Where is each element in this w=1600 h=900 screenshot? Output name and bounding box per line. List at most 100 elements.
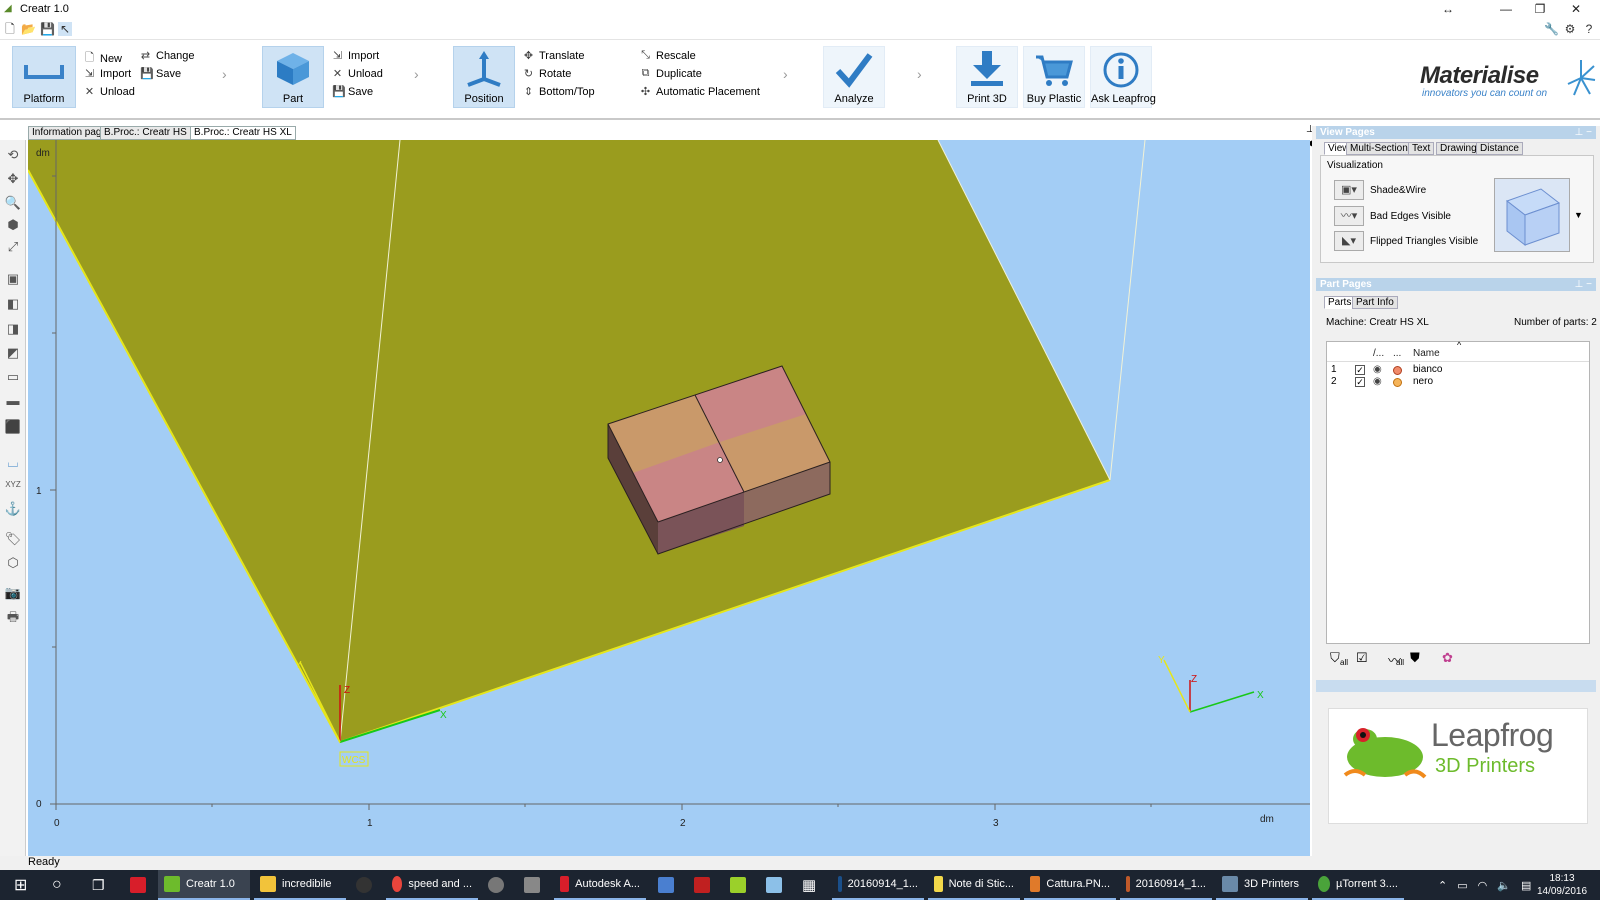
bottom-top-item[interactable]: ⇕ Bottom/Top <box>523 85 595 99</box>
row-checkbox[interactable]: ✓ <box>1355 365 1365 375</box>
view-left-icon[interactable]: ◨ <box>4 320 22 338</box>
rotate-view-icon[interactable]: ⟲ <box>4 146 22 164</box>
part-color-swatch[interactable] <box>1393 378 1402 387</box>
tag-icon[interactable]: 🏷 <box>4 530 22 548</box>
taskbar-item-creatr[interactable]: Creatr 1.0 <box>158 870 250 900</box>
part-color-swatch[interactable] <box>1393 366 1402 375</box>
position-button[interactable]: Position <box>453 46 515 108</box>
color-palette-icon[interactable]: ✿ <box>1442 650 1453 666</box>
cube-view-icon[interactable]: ⬛ <box>4 418 22 436</box>
taskbar-item-utorrent[interactable]: µTorrent 3.... <box>1312 870 1404 900</box>
panel-pin-icon[interactable]: ⊥ − <box>1575 126 1592 139</box>
zoom-icon[interactable]: 🔍 <box>4 194 22 212</box>
pinned-app[interactable] <box>124 870 152 900</box>
bad-edges-icon[interactable]: 〰▾ <box>1334 206 1364 226</box>
new-file-icon[interactable]: 🗋 <box>3 22 17 36</box>
task-view-button[interactable]: ❐ <box>86 870 111 900</box>
select-all-icon[interactable]: ☑ <box>1356 650 1368 666</box>
taskbar-item-sticky-notes[interactable]: Note di Stic... <box>928 870 1020 900</box>
pan-icon[interactable]: ✥ <box>4 170 22 188</box>
eye-icon[interactable]: ◉ <box>1373 364 1382 375</box>
print-3d-button[interactable]: Print 3D <box>956 46 1018 108</box>
taskbar-item-3d-printers[interactable]: 3D Printers <box>1216 870 1308 900</box>
translate-item[interactable]: ✥ Translate <box>523 49 585 63</box>
part-import[interactable]: ⇲ Import <box>332 49 379 63</box>
save-icon[interactable]: 💾 <box>40 22 55 36</box>
table-row[interactable]: 2 ✓ ◉ nero <box>1327 376 1589 388</box>
chevron-up-icon[interactable]: ⌃ <box>1438 879 1447 892</box>
bad-edges-option[interactable]: 〰▾ Bad Edges Visible <box>1334 206 1451 226</box>
taskbar-item-autodesk[interactable]: Autodesk A... <box>554 870 646 900</box>
xyz-axes-icon[interactable]: XYZ <box>4 476 22 494</box>
pinned-app[interactable] <box>724 870 752 900</box>
tab-multi-section[interactable]: Multi-Section <box>1346 142 1412 155</box>
maximize-button[interactable]: ❐ <box>1530 2 1550 16</box>
tools-icon[interactable]: 🔧 <box>1544 22 1559 36</box>
show-all-icon[interactable]: ⛉ <box>1330 650 1340 666</box>
part-save[interactable]: 💾 Save <box>332 85 373 99</box>
open-folder-icon[interactable]: 📂 <box>21 22 36 36</box>
parts-table[interactable]: /... ... Name ^ 1 ✓ ◉ bianco 2 ✓ ◉ nero <box>1326 340 1590 644</box>
platform-import[interactable]: ⇲ Import <box>84 67 131 81</box>
buy-plastic-button[interactable]: Buy Plastic <box>1023 46 1085 108</box>
scene-canvas[interactable]: Z X Y WCS Z X Y dm 1 0 0 1 2 3 dm <box>28 140 1310 856</box>
zoom-fit-icon[interactable]: ⤢ <box>4 238 22 256</box>
cube-dropdown-icon[interactable]: ▼ <box>1574 210 1583 220</box>
view-front-icon[interactable]: ▣ <box>4 270 22 288</box>
volume-icon[interactable]: 🔈 <box>1497 879 1511 892</box>
tab-information-page[interactable]: Information page <box>28 126 112 140</box>
platform-save[interactable]: 💾 Save <box>140 67 181 81</box>
duplicate-item[interactable]: ⧉ Duplicate <box>640 67 702 80</box>
platform-change[interactable]: ⇄ Change <box>140 49 195 63</box>
col-name[interactable]: Name <box>1413 348 1440 359</box>
tab-parts[interactable]: Parts <box>1324 296 1356 309</box>
taskbar-item-chrome[interactable]: speed and ... <box>386 870 478 900</box>
system-tray[interactable]: ⌃ ▭ ◠ 🔈 ▤ <box>1432 870 1537 900</box>
flipped-triangles-icon[interactable]: ◣▾ <box>1334 231 1364 251</box>
platform-unload[interactable]: ✕ Unload <box>84 85 135 99</box>
col-color[interactable]: ... <box>1393 348 1401 359</box>
col-visibility[interactable]: /... <box>1373 348 1384 359</box>
view-back-icon[interactable]: ◧ <box>4 295 22 313</box>
view-iso-icon[interactable]: ⬢ <box>4 216 22 234</box>
shade-wire-option[interactable]: ▣▾ Shade&Wire <box>1334 180 1426 200</box>
rotate-item[interactable]: ↻ Rotate <box>523 67 572 81</box>
search-button[interactable]: ○ <box>46 870 68 900</box>
tab-text[interactable]: Text <box>1408 142 1435 155</box>
hide-icon[interactable]: ⛊ <box>1410 650 1420 666</box>
notifications-icon[interactable]: ▤ <box>1521 879 1531 892</box>
help-icon[interactable]: ? <box>1582 22 1596 36</box>
print-icon[interactable]: 🖶 <box>4 608 22 626</box>
taskbar-item-folder[interactable]: incredibile <box>254 870 346 900</box>
ask-leapfrog-button[interactable]: Ask Leapfrog <box>1090 46 1156 108</box>
tab-distance[interactable]: Distance <box>1476 142 1523 155</box>
taskbar-item-photoshop-1[interactable]: 20160914_1... <box>832 870 924 900</box>
part-button[interactable]: Part <box>262 46 324 108</box>
view-top-icon[interactable]: ▭ <box>4 368 22 386</box>
battery-icon[interactable]: ▭ <box>1457 879 1467 892</box>
rescale-item[interactable]: ⤡ Rescale <box>640 49 696 62</box>
platform-new[interactable]: 🗋 New <box>84 49 122 68</box>
part-unload[interactable]: ✕ Unload <box>332 67 383 81</box>
start-button[interactable]: ⊞ <box>8 870 33 900</box>
pinned-app[interactable] <box>652 870 680 900</box>
row-checkbox[interactable]: ✓ <box>1355 377 1365 387</box>
platform-view-icon[interactable]: ⌴ <box>4 454 22 472</box>
close-button[interactable]: ✕ <box>1566 2 1586 16</box>
view-bottom-icon[interactable]: ▬ <box>4 392 22 410</box>
pointer-icon[interactable]: ↖ <box>58 22 72 36</box>
shade-wire-icon[interactable]: ▣▾ <box>1334 180 1364 200</box>
tab-drawing[interactable]: Drawing <box>1436 142 1481 155</box>
camera-icon[interactable]: 📷 <box>4 584 22 602</box>
tab-build-processor-2[interactable]: B.Proc.: Creatr HS XL <box>190 126 296 140</box>
platform-button[interactable]: Platform <box>12 46 76 108</box>
pinned-app[interactable] <box>350 870 378 900</box>
pinned-app[interactable] <box>688 870 716 900</box>
box-outline-icon[interactable]: ⬡ <box>4 554 22 572</box>
settings-icon[interactable]: ⚙ <box>1563 22 1577 36</box>
analyze-button[interactable]: Analyze <box>823 46 885 108</box>
pinned-app[interactable] <box>760 870 788 900</box>
pinned-app[interactable] <box>518 870 546 900</box>
view-right-icon[interactable]: ◩ <box>4 344 22 362</box>
clock[interactable]: 18:13 14/09/2016 <box>1532 872 1592 898</box>
